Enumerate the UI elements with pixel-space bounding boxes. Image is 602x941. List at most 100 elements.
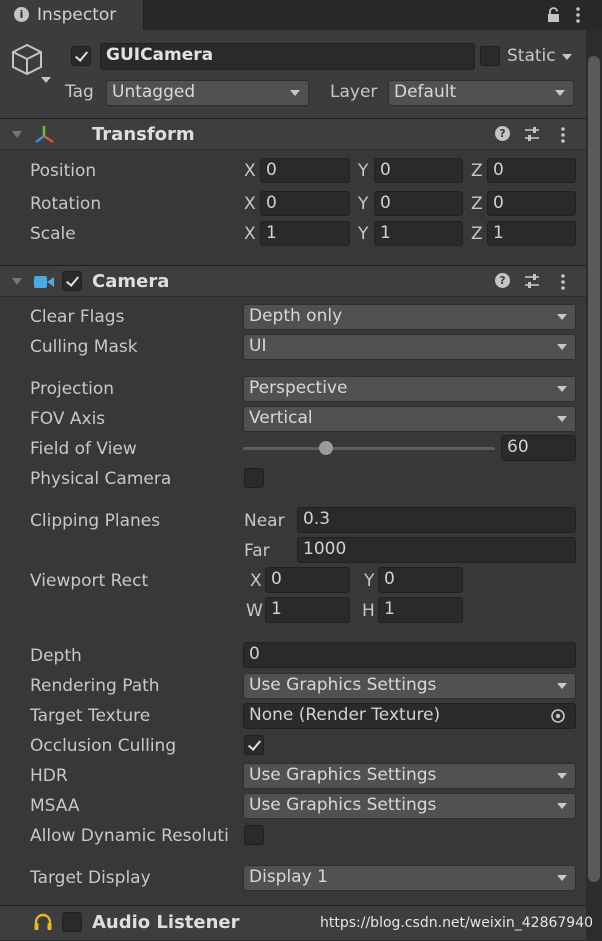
occlusion-culling-checkbox[interactable] (244, 735, 264, 755)
fov-slider-thumb[interactable] (319, 441, 334, 455)
rotation-label: Rotation (30, 194, 102, 214)
rotation-y-axis-label[interactable]: Y (358, 194, 368, 214)
camera-enabled-checkbox[interactable] (62, 271, 82, 291)
rotation-x-axis-label[interactable]: X (244, 194, 256, 214)
chevron-down-icon (557, 314, 567, 320)
object-picker-icon[interactable] (550, 708, 566, 724)
audio-listener-checkbox[interactable] (62, 912, 82, 932)
viewport-h-input[interactable]: 1 (378, 597, 463, 623)
projection-dropdown[interactable]: Perspective (243, 376, 576, 402)
foldout-arrow-icon[interactable] (12, 278, 22, 285)
viewport-y-label[interactable]: Y (364, 571, 374, 591)
near-input[interactable]: 0.3 (297, 507, 576, 533)
viewport-x-input[interactable]: 0 (265, 567, 350, 593)
active-checkbox[interactable] (71, 46, 91, 66)
help-icon[interactable]: ? (495, 126, 510, 141)
chevron-down-icon (557, 683, 567, 689)
viewport-w-label[interactable]: W (246, 601, 263, 621)
chevron-down-icon (555, 90, 565, 96)
viewport-y-input[interactable]: 0 (378, 567, 463, 593)
position-y-axis-label[interactable]: Y (358, 161, 368, 181)
physical-camera-checkbox[interactable] (244, 468, 264, 488)
presets-icon[interactable] (524, 126, 540, 142)
component-menu-icon[interactable] (560, 273, 566, 291)
help-icon[interactable]: ? (495, 273, 510, 288)
chevron-down-icon (290, 90, 300, 96)
chevron-down-icon (557, 803, 567, 809)
scrollbar-thumb[interactable] (588, 56, 600, 882)
allow-dynamic-resolution-label: Allow Dynamic Resoluti (30, 826, 229, 846)
viewport-x-label[interactable]: X (250, 571, 262, 591)
lock-icon[interactable] (547, 7, 560, 22)
rotation-y-input[interactable]: 0 (374, 191, 463, 216)
position-y-input[interactable]: 0 (374, 158, 463, 183)
gameobject-cube-icon[interactable] (10, 42, 52, 86)
clipping-planes-label: Clipping Planes (30, 511, 161, 531)
presets-icon[interactable] (524, 273, 540, 289)
chevron-down-icon (557, 344, 567, 350)
position-z-input[interactable]: 0 (487, 158, 576, 183)
static-label[interactable]: Static (507, 46, 556, 66)
far-value: 1000 (303, 539, 347, 559)
depth-input[interactable]: 0 (243, 642, 576, 668)
viewport-w-input[interactable]: 1 (265, 597, 350, 623)
scale-y-input[interactable]: 1 (374, 221, 463, 246)
fov-input[interactable]: 60 (501, 435, 576, 461)
depth-label: Depth (30, 646, 82, 666)
fov-value: 60 (507, 437, 529, 457)
scale-z-axis-label[interactable]: Z (471, 224, 483, 244)
projection-value: Perspective (249, 378, 348, 398)
rendering-path-dropdown[interactable]: Use Graphics Settings (243, 673, 576, 699)
target-texture-value: None (Render Texture) (249, 705, 441, 725)
tab-inspector[interactable]: i Inspector (0, 0, 144, 30)
physical-camera-label: Physical Camera (30, 469, 172, 489)
scrollbar-track[interactable] (586, 30, 602, 941)
clear-flags-dropdown[interactable]: Depth only (243, 304, 576, 330)
static-dropdown-caret[interactable] (562, 54, 572, 60)
component-menu-icon[interactable] (560, 126, 566, 144)
scale-x-axis-label[interactable]: X (244, 224, 256, 244)
rotation-x-input[interactable]: 0 (260, 191, 350, 216)
rotation-z-value: 0 (493, 193, 504, 213)
allow-dynamic-resolution-checkbox[interactable] (244, 825, 264, 845)
fov-axis-dropdown[interactable]: Vertical (243, 406, 576, 432)
fov-slider-track[interactable] (243, 441, 495, 455)
transform-header[interactable]: Transform ? (0, 118, 586, 150)
scale-z-input[interactable]: 1 (487, 221, 576, 246)
far-input[interactable]: 1000 (297, 537, 576, 563)
audio-listener-header[interactable]: Audio Listener https://blog.csdn.net/wei… (0, 905, 593, 941)
kebab-menu-icon[interactable] (575, 6, 581, 24)
target-texture-field[interactable]: None (Render Texture) (243, 703, 576, 729)
target-texture-label: Target Texture (30, 706, 151, 726)
msaa-value: Use Graphics Settings (249, 795, 437, 815)
near-label[interactable]: Near (244, 511, 285, 531)
position-x-axis-label[interactable]: X (244, 161, 256, 181)
position-label: Position (30, 161, 97, 181)
static-checkbox[interactable] (480, 46, 500, 66)
scale-y-axis-label[interactable]: Y (358, 224, 368, 244)
scale-z-value: 1 (493, 223, 504, 243)
headphones-icon (33, 912, 53, 932)
hdr-label: HDR (30, 766, 68, 786)
scale-x-input[interactable]: 1 (260, 221, 350, 246)
position-z-axis-label[interactable]: Z (471, 161, 483, 181)
layer-dropdown[interactable]: Default (388, 80, 574, 106)
viewport-y-value: 0 (384, 569, 395, 589)
target-display-dropdown[interactable]: Display 1 (243, 865, 576, 891)
projection-label: Projection (30, 379, 115, 399)
object-name-input[interactable]: GUICamera (100, 43, 475, 70)
tab-title: Inspector (37, 5, 117, 25)
viewport-h-label[interactable]: H (362, 601, 375, 621)
position-x-input[interactable]: 0 (260, 158, 350, 183)
rotation-z-input[interactable]: 0 (487, 191, 576, 216)
msaa-dropdown[interactable]: Use Graphics Settings (243, 793, 576, 819)
hdr-dropdown[interactable]: Use Graphics Settings (243, 763, 576, 789)
far-label[interactable]: Far (244, 541, 270, 561)
camera-header[interactable]: Camera ? (0, 265, 586, 297)
camera-icon (34, 274, 54, 288)
rotation-z-axis-label[interactable]: Z (471, 194, 483, 214)
transform-icon (33, 123, 57, 147)
foldout-arrow-icon[interactable] (12, 131, 22, 138)
culling-mask-dropdown[interactable]: UI (243, 334, 576, 360)
tag-dropdown[interactable]: Untagged (106, 80, 309, 106)
